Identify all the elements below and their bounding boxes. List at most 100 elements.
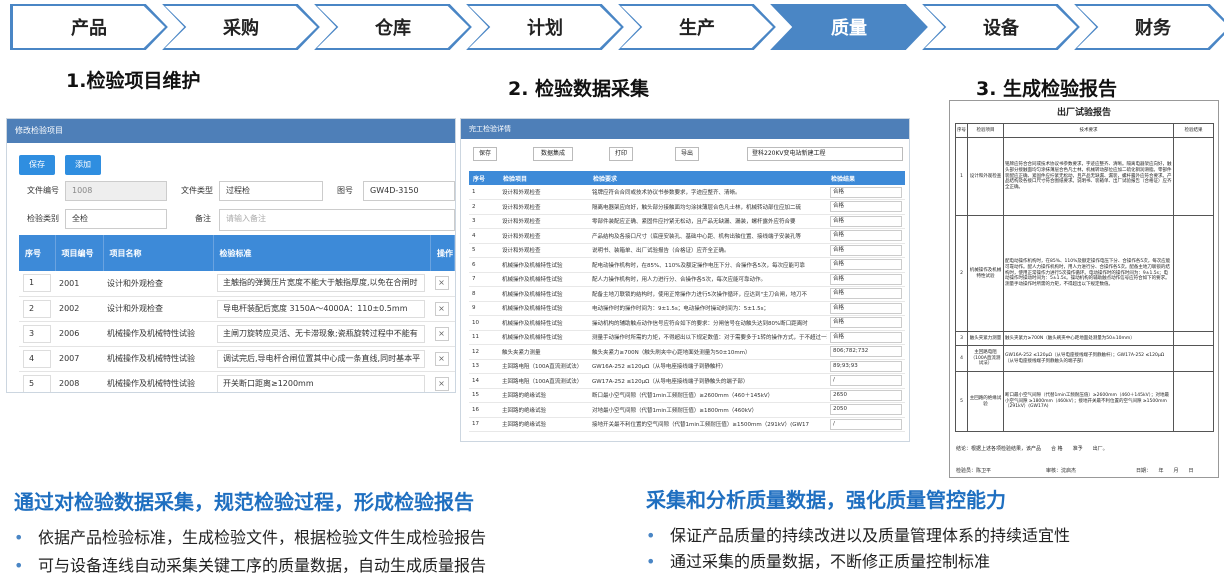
item-name: 设计和外观检查 <box>103 296 213 322</box>
result-field[interactable]: 806;782;732 <box>830 346 902 358</box>
save-button[interactable]: 保存 <box>473 147 497 161</box>
export-button[interactable]: 导出 <box>675 147 699 161</box>
result-field[interactable]: / <box>830 418 902 430</box>
result-field[interactable]: 89;93;93 <box>830 360 902 372</box>
item-name: 机械操作及机械特性试验 <box>103 346 213 372</box>
item-name: 设计和外观检查 <box>499 228 589 244</box>
row-no: 9 <box>469 301 499 316</box>
delete-row-icon[interactable]: × <box>434 351 449 366</box>
row-no: 14 <box>469 373 499 389</box>
nav-step-6[interactable]: 质量 <box>770 4 928 50</box>
col-header: 项目名称 <box>103 235 214 271</box>
right-headline: 采集和分析质量数据，强化质量管控能力 <box>646 488 1006 512</box>
result-field[interactable]: 合格 <box>830 230 902 242</box>
result-field[interactable]: 2050 <box>830 404 902 416</box>
item-name: 设计和外观检查 <box>499 185 589 200</box>
nav-step-3[interactable]: 仓库 <box>314 4 472 50</box>
result-field[interactable]: 2650 <box>830 389 902 401</box>
file-type-select[interactable]: 过程检 <box>219 181 323 201</box>
section-title-report: 3. 生成检验报告 <box>976 78 1118 100</box>
drawing-field[interactable]: GW4D-3150 <box>363 181 455 201</box>
result-field[interactable]: 合格 <box>830 259 902 271</box>
nav-step-4[interactable]: 计划 <box>466 4 624 50</box>
note-field[interactable]: 请输入备注 <box>219 209 455 231</box>
result-field[interactable]: 合格 <box>830 201 902 213</box>
col-header: 操作 <box>430 235 455 271</box>
requirement: 配电动操作机构时，在85%、110%及额定操作电压下分、合操作各5次，每次应能可… <box>589 257 827 273</box>
process-nav: 产品 采购 仓库 计划 生产 质量 设备 财务 <box>10 4 1224 50</box>
standard-field[interactable]: 主触指的弹簧压片宽度不能大于触指厚度,以免在合闸时 <box>217 274 425 293</box>
panel-title: 修改检验项目 <box>7 119 455 143</box>
inspection-detail-panel: 完工检验详情 保存 数据集成 打印 导出 登科220KV变电站新建工程 序号 检… <box>460 118 910 442</box>
standard-field[interactable]: 开关断口距离≥1200mm <box>217 374 425 392</box>
delete-row-icon[interactable]: × <box>434 376 449 391</box>
result-field[interactable]: 合格 <box>830 302 902 314</box>
report-requirement: GW16A-252 ≤120μΩ（从导电座接线端子到静触杆）；GW17A-252… <box>1003 345 1174 372</box>
result-field[interactable]: 合格 <box>830 288 902 300</box>
item-name: 机械操作及机械特性试验 <box>499 257 589 273</box>
nav-step-5[interactable]: 生产 <box>618 4 776 50</box>
row-no[interactable]: 1 <box>23 274 51 293</box>
row-no[interactable]: 3 <box>23 324 51 343</box>
result-field[interactable]: / <box>830 375 902 387</box>
standard-field[interactable]: 主闸刀旋转应灵活、无卡滞现象;瓷瓶旋转过程中不能有 <box>217 324 425 343</box>
report-result <box>1173 215 1214 332</box>
report-requirement: 断口最小空气间隙（代替1min工频耐压值）≥2600mm（460＋145kV）；… <box>1003 371 1174 432</box>
requirement: 铭牌应符合合同或技术协议书参数要求，字迹应整齐、清晰。 <box>589 185 827 200</box>
category-field[interactable]: 全检 <box>65 209 167 229</box>
delete-row-icon[interactable]: × <box>434 276 449 291</box>
factory-test-report: 出厂试验报告 序号 检验项目 技术要求 检验结果 1 设计和外观检查 铭牌应符合合同或技术协… <box>949 100 1219 478</box>
result-field[interactable]: 合格 <box>830 273 902 285</box>
report-inspector: 检验员：陈卫平 <box>956 468 992 474</box>
print-button[interactable]: 打印 <box>609 147 633 161</box>
requirement: 配人力操作机构时，用人力进行分、合操作各5次，每次应能可靠动作。 <box>589 272 827 287</box>
delete-row-icon[interactable]: × <box>434 326 449 341</box>
nav-step-8[interactable]: 财务 <box>1074 4 1224 50</box>
requirement: 触头夹紧力≥700N（触头刷夹中心距地面处测量为50±10mm） <box>589 344 827 360</box>
delete-row-icon[interactable]: × <box>434 301 449 316</box>
inspection-items-table: 序号 项目编号 项目名称 检验标准 操作 1 2001 设计和外观检查 主触指的弹簧压… <box>19 235 455 392</box>
row-no: 10 <box>469 315 499 331</box>
item-name: 主回路的绝缘试验 <box>499 402 589 418</box>
report-requirement: 配电动操作机构时，在85%、110%及额定操作电压下分、合操作各5次，每次应能可… <box>1003 215 1174 332</box>
row-no[interactable]: 2 <box>23 299 51 318</box>
item-name: 机械操作及机械特性试验 <box>499 301 589 316</box>
result-field[interactable]: 合格 <box>830 331 902 343</box>
result-field[interactable]: 合格 <box>830 215 902 227</box>
nav-step-2[interactable]: 采购 <box>162 4 320 50</box>
col-header: 检验项目 <box>499 171 589 185</box>
file-no-field[interactable]: 1008 <box>65 181 167 201</box>
report-item: 触头夹紧力测量 <box>967 331 1004 346</box>
table-row: 5 设计和外观检查 说明书、装箱单、出厂试验报告（合格证）应齐全正确。 合格 <box>469 243 905 258</box>
report-result <box>1173 331 1214 346</box>
item-name: 主回路的绝缘试验 <box>499 417 589 432</box>
report-requirement: 触头夹紧力≥700N（触头刷夹中心距地面处测量为50±10mm） <box>1003 331 1174 346</box>
data-integration-button[interactable]: 数据集成 <box>533 147 573 161</box>
table-row: 4 2007 机械操作及机械特性试验 调试完后,导电杆合闸位置其中心成一条直线,同时基… <box>19 346 455 372</box>
row-no: 15 <box>469 388 499 403</box>
row-no[interactable]: 5 <box>23 374 51 392</box>
note-label: 备注 <box>195 214 211 223</box>
nav-step-7[interactable]: 设备 <box>922 4 1080 50</box>
standard-field[interactable]: 导电杆装配后宽度 3150A～4000A：110±0.5mm <box>217 299 425 318</box>
item-name: 机械操作及机械特性试验 <box>499 315 589 331</box>
report-header-row: 序号 检验项目 技术要求 检验结果 <box>955 123 1214 138</box>
row-no: 13 <box>469 359 499 374</box>
report-item: 设计和外观检查 <box>967 137 1004 216</box>
result-field[interactable]: 合格 <box>830 244 902 256</box>
product-field[interactable]: 登科220KV变电站新建工程 <box>747 147 903 161</box>
table-row: 3 2006 机械操作及机械特性试验 主闸刀旋转应灵活、无卡滞现象;瓷瓶旋转过程中不能… <box>19 321 455 347</box>
table-row: 7 机械操作及机械特性试验 配人力操作机构时，用人力进行分、合操作各5次，每次应能可… <box>469 272 905 287</box>
nav-step-1[interactable]: 产品 <box>10 4 168 50</box>
save-button[interactable]: 保存 <box>19 155 55 175</box>
table-row: 17 主回路的绝缘试验 接地开关最不利位置的空气间隙（代替1min工频耐压值）≥15… <box>469 417 905 432</box>
col-header: 检验标准 <box>213 235 431 271</box>
standard-field[interactable]: 调试完后,导电杆合闸位置其中心成一条直线,同时基本平 <box>217 349 425 368</box>
add-button[interactable]: 添加 <box>65 155 101 175</box>
requirement: 配备主地刀联锁的结构时，使用正常操作力进行5次操作循环，应达到"主刀合闸，地刀不 <box>589 286 827 302</box>
table-row: 15 主回路的绝缘试验 断口最小空气间隙（代替1min工频耐压值）≥2600mm（4… <box>469 388 905 403</box>
result-field[interactable]: 合格 <box>830 186 902 198</box>
result-field[interactable]: 合格 <box>830 317 902 329</box>
row-no[interactable]: 4 <box>23 349 51 368</box>
requirement: 产品结构及各接口尺寸（底座安装孔、基础中心距、机构出轴位置、接线端子安装孔等 <box>589 228 827 244</box>
